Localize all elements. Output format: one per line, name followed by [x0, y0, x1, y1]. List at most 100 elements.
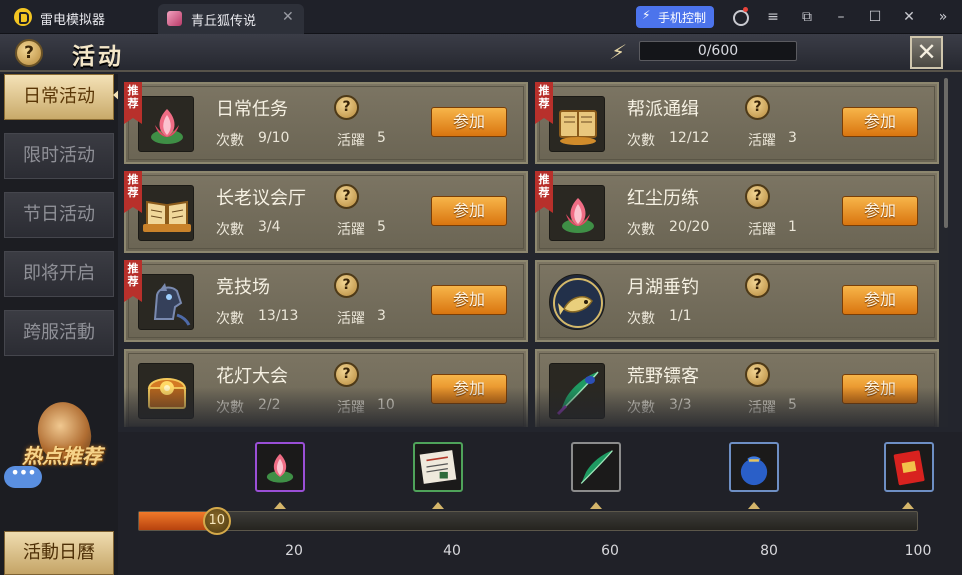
tab-daily-activities[interactable]: 日常活动 [4, 74, 114, 120]
activity-help-icon[interactable]: ? [745, 184, 770, 209]
activity-calendar-button[interactable]: 活動日曆 [4, 531, 114, 575]
lotus-icon [138, 96, 194, 152]
activity-help-icon[interactable]: ? [334, 184, 359, 209]
milestone-label: 60 [601, 543, 619, 559]
activity-points-value: 1 [788, 219, 797, 235]
tab-upcoming[interactable]: 即将开启 [4, 251, 114, 297]
phone-control-label: 手机控制 [658, 11, 707, 25]
count-value: 12/12 [669, 130, 710, 146]
activity-card: 推荐 竞技场 ? 次數 13/13 活躍 3 参加 [124, 260, 528, 342]
activity-card: 花灯大会 ? 次數 2/2 活躍 10 参加 [124, 349, 528, 427]
activity-name: 帮派通缉 [627, 99, 699, 120]
activity-points-label: 活躍 [748, 133, 776, 149]
activity-help-icon[interactable]: ? [334, 273, 359, 298]
tab-limited-activities[interactable]: 限时活动 [4, 133, 114, 179]
tab-label: 青丘狐传说 [191, 14, 257, 29]
join-button[interactable]: 参加 [431, 285, 507, 315]
open-book-icon [138, 185, 194, 241]
count-value: 3/3 [669, 397, 692, 413]
activity-points-value: 5 [788, 397, 797, 413]
maximize-icon[interactable]: ☐ [865, 7, 885, 27]
activity-points-label: 活躍 [337, 311, 365, 327]
activity-card: 推荐 长老议会厅 ? 次數 3/4 活躍 5 参加 [124, 171, 528, 253]
reward-lotus-icon[interactable] [255, 442, 305, 492]
activity-header: ? 活动 ⚡ 0/600 ✕ [0, 34, 962, 72]
reward-feather-icon[interactable] [571, 442, 621, 492]
reward-red-envelope-icon[interactable] [884, 442, 934, 492]
activity-points-value: 3 [788, 130, 797, 146]
recommend-ribbon: 推荐 [124, 260, 142, 302]
treasure-chest-icon [138, 363, 194, 419]
join-button[interactable]: 参加 [842, 285, 918, 315]
milestone-marker-icon [590, 502, 602, 509]
fish-icon [549, 274, 605, 330]
join-button[interactable]: 参加 [431, 107, 507, 137]
join-button[interactable]: 参加 [842, 196, 918, 226]
menu-icon[interactable]: ≡ [763, 7, 783, 27]
count-value: 1/1 [669, 308, 692, 324]
count-value: 13/13 [258, 308, 299, 324]
count-label: 次數 [627, 311, 655, 327]
activity-help-icon[interactable]: ? [334, 95, 359, 120]
popout-icon[interactable]: ⧉ [797, 7, 817, 27]
activity-points-value: 3 [377, 308, 386, 324]
join-button[interactable]: 参加 [431, 374, 507, 404]
milestone-label: 100 [904, 543, 932, 559]
reward-letter-icon[interactable] [413, 442, 463, 492]
user-icon[interactable] [729, 7, 749, 27]
scroll-book-icon [549, 96, 605, 152]
tab-game[interactable]: 青丘狐传说 ✕ [158, 4, 304, 34]
milestone-label: 20 [285, 543, 303, 559]
game-app-icon [167, 11, 182, 26]
activity-help-icon[interactable]: ? [745, 362, 770, 387]
count-value: 2/2 [258, 397, 281, 413]
tab-festival-activities[interactable]: 节日活动 [4, 192, 114, 238]
milestone-marker-icon [274, 502, 286, 509]
activity-help-icon[interactable]: ? [745, 273, 770, 298]
activity-help-icon[interactable]: ? [745, 95, 770, 120]
tab-close-icon[interactable]: ✕ [282, 9, 294, 25]
expand-sidebar-icon[interactable]: » [933, 7, 953, 27]
join-button[interactable]: 参加 [842, 107, 918, 137]
activity-sidebar: 日常活动 限时活动 节日活动 即将开启 跨服活動 热点推荐 ••• 活動日曆 [0, 74, 121, 575]
window-close-icon[interactable]: ✕ [899, 7, 919, 27]
count-label: 次數 [216, 222, 244, 238]
join-button[interactable]: 参加 [842, 374, 918, 404]
count-value: 3/4 [258, 219, 281, 235]
activity-points-label: 活躍 [337, 400, 365, 416]
milestone-marker-icon [902, 502, 914, 509]
count-value: 20/20 [669, 219, 710, 235]
milestone-marker-icon [748, 502, 760, 509]
activity-help-icon[interactable]: ? [334, 362, 359, 387]
activity-name: 长老议会厅 [216, 188, 306, 209]
activity-points-label: 活躍 [337, 133, 365, 149]
list-scrollbar[interactable] [944, 78, 948, 228]
close-button[interactable]: ✕ [910, 36, 943, 69]
activity-card: 推荐 日常任务 ? 次數 9/10 活躍 5 参加 [124, 82, 528, 164]
activity-card: 推荐 红尘历练 ? 次數 20/20 活躍 1 参加 [535, 171, 939, 253]
activity-points-label: 活躍 [337, 222, 365, 238]
join-button[interactable]: 参加 [431, 196, 507, 226]
lotus-icon [549, 185, 605, 241]
tab-cross-server[interactable]: 跨服活動 [4, 310, 114, 356]
phone-control-button[interactable]: ⚡ 手机控制 [636, 6, 714, 28]
reward-pouch-icon[interactable] [729, 442, 779, 492]
recommend-ribbon: 推荐 [124, 82, 142, 124]
hot-recommend-button[interactable]: 热点推荐 ••• [4, 397, 116, 492]
help-icon[interactable]: ? [15, 39, 43, 67]
activity-list[interactable]: 推荐 日常任务 ? 次數 9/10 活躍 5 参加 推荐 帮派通缉 ? 次數 1… [118, 74, 948, 427]
energy-icon: ⚡ [607, 40, 629, 64]
minimize-icon[interactable]: – [831, 7, 851, 27]
activity-name: 竞技场 [216, 277, 270, 298]
activity-name: 红尘历练 [627, 188, 699, 209]
activity-card: 月湖垂钓 ? 次數 1/1 参加 [535, 260, 939, 342]
energy-counter: 0/600 [639, 41, 797, 61]
milestone-marker-icon [432, 502, 444, 509]
game-screen: ? 活动 ⚡ 0/600 ✕ 日常活动 限时活动 节日活动 即将开启 跨服活動 … [0, 34, 962, 575]
emulator-title-bar: 雷电模拟器 青丘狐传说 ✕ ⚡ 手机控制 ≡ ⧉ – ☐ ✕ » [0, 0, 962, 34]
chat-bubble-icon[interactable]: ••• [4, 465, 42, 488]
activity-name: 花灯大会 [216, 366, 288, 387]
page-title: 活动 [72, 43, 124, 70]
count-label: 次數 [627, 222, 655, 238]
count-label: 次數 [216, 311, 244, 327]
